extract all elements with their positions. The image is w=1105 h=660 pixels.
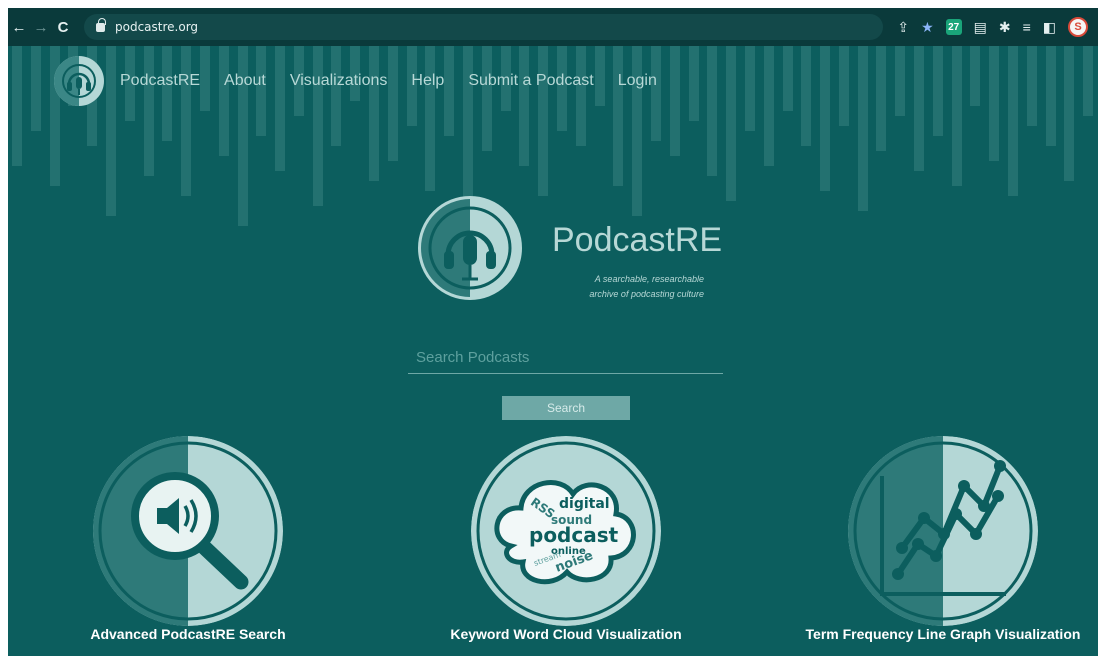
nav-link-visualizations[interactable]: Visualizations	[290, 72, 388, 90]
sound-bar	[689, 46, 699, 121]
back-icon[interactable]: ←	[8, 12, 30, 42]
feature-advanced-search[interactable]: Advanced PodcastRE Search	[38, 436, 338, 646]
sound-bar	[858, 46, 868, 211]
word-cloud-word: digital	[559, 496, 610, 512]
tagline-line-2: archive of podcasting culture	[589, 289, 704, 299]
sound-bar	[895, 46, 905, 116]
sound-bar	[783, 46, 793, 111]
sound-bar	[1008, 46, 1018, 196]
sound-bar	[801, 46, 811, 146]
sound-bar	[876, 46, 886, 151]
tagline-line-1: A searchable, researchable	[594, 274, 704, 284]
feature-label[interactable]: Advanced PodcastRE Search	[38, 626, 338, 642]
hero-logo-icon	[418, 196, 522, 300]
puzzle-icon[interactable]: ✱	[999, 19, 1011, 36]
profile-avatar[interactable]: S	[1068, 17, 1088, 37]
feature-label[interactable]: Term Frequency Line Graph Visualization	[793, 626, 1093, 642]
sound-bar	[839, 46, 849, 126]
sound-bar	[764, 46, 774, 166]
url-text: podcastre.org	[115, 20, 199, 34]
search-input[interactable]	[408, 342, 723, 374]
extension-calendar-icon[interactable]: 27	[945, 19, 962, 35]
feature-line-graph[interactable]: Term Frequency Line Graph Visualization	[793, 436, 1093, 646]
magnifier-speaker-icon[interactable]	[93, 436, 283, 626]
sound-bar	[933, 46, 943, 136]
sound-bar	[707, 46, 717, 176]
feature-word-cloud[interactable]: RSS digital sound podcast online stream …	[416, 436, 716, 646]
sound-bar	[989, 46, 999, 161]
browser-toolbar: ← → C podcastre.org ⇪ ★ 27 ▤ ✱ ≡ ◧ S	[8, 8, 1098, 46]
side-panel-icon[interactable]: ◧	[1043, 19, 1056, 36]
sound-bar	[12, 46, 22, 166]
sound-bar	[745, 46, 755, 131]
word-cloud-word: podcast	[529, 523, 619, 547]
search-button[interactable]: Search	[502, 396, 630, 420]
lock-icon	[96, 17, 106, 32]
page: PodcastRE About Visualizations Help Subm…	[8, 46, 1098, 656]
hero-tagline: A searchable, researchable archive of po…	[560, 272, 704, 302]
sound-bar	[952, 46, 962, 186]
share-icon[interactable]: ⇪	[897, 19, 909, 36]
sound-bar	[1064, 46, 1074, 181]
hero-title: PodcastRE	[552, 221, 723, 259]
nav-link-home[interactable]: PodcastRE	[120, 72, 200, 90]
sound-bar	[820, 46, 830, 191]
bookmark-star-icon[interactable]: ★	[921, 19, 934, 36]
word-cloud-icon[interactable]: RSS digital sound podcast online stream …	[471, 436, 661, 626]
nav-link-about[interactable]: About	[224, 72, 266, 90]
nav-link-login[interactable]: Login	[618, 72, 657, 90]
sound-bar	[914, 46, 924, 171]
sound-bar	[1046, 46, 1056, 146]
nav-link-submit-podcast[interactable]: Submit a Podcast	[468, 72, 593, 90]
reading-list-icon[interactable]: ≡	[1023, 19, 1031, 35]
address-bar[interactable]: podcastre.org	[84, 14, 884, 40]
top-navigation: PodcastRE About Visualizations Help Subm…	[54, 56, 681, 106]
podcastre-logo-icon[interactable]	[54, 56, 104, 106]
document-icon[interactable]: ▤	[974, 19, 987, 36]
feature-label[interactable]: Keyword Word Cloud Visualization	[416, 626, 716, 642]
sound-bar	[726, 46, 736, 201]
sound-bar	[31, 46, 41, 131]
reload-icon[interactable]: C	[52, 12, 74, 42]
line-graph-icon[interactable]	[848, 436, 1038, 626]
sound-bar	[970, 46, 980, 106]
nav-link-help[interactable]: Help	[411, 72, 444, 90]
forward-icon[interactable]: →	[30, 12, 52, 42]
sound-bar	[1083, 46, 1093, 116]
sound-bar	[1027, 46, 1037, 126]
